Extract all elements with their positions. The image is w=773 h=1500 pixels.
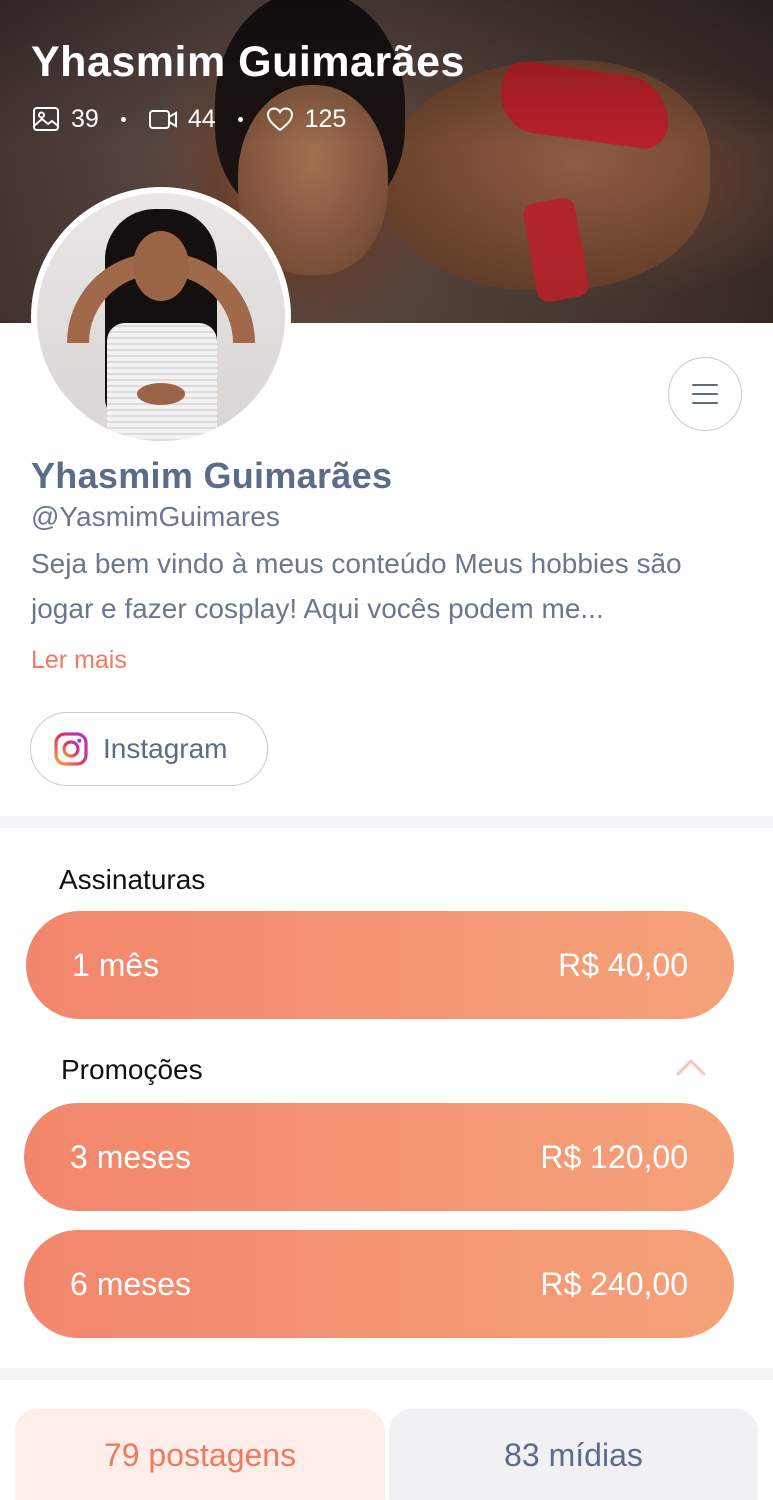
cover-title: Yhasmim Guimarães [31,38,465,86]
video-icon [148,110,177,129]
heart-icon [266,107,293,132]
stat-separator [237,116,243,122]
instagram-label: Instagram [103,733,228,764]
instagram-button[interactable]: Instagram [30,712,268,786]
likes-count: 125 [304,104,347,133]
plan-1-month-button[interactable]: 1 mês R$ 40,00 [26,911,734,1019]
likes-stat: 125 [265,104,347,134]
avatar-image [37,193,285,441]
profile-page: Yhasmim Guimarães 39 44 125 Yhasmim Guim… [0,0,773,1500]
tab-posts[interactable]: 79 postagens [15,1409,385,1500]
plan-price: R$ 120,00 [540,1138,688,1175]
chevron-up-icon[interactable] [674,1056,708,1078]
videos-stat: 44 [148,104,216,134]
plan-3-months-button[interactable]: 3 meses R$ 120,00 [24,1103,734,1211]
cover-stats: 39 44 125 [31,104,346,134]
plan-label: 1 mês [72,946,160,983]
promotions-title: Promoções [61,1054,203,1085]
image-icon [33,107,59,131]
instagram-icon [54,732,88,766]
stat-separator [120,116,126,122]
menu-icon [692,384,718,404]
menu-button[interactable] [668,357,742,431]
plan-price: R$ 240,00 [540,1265,688,1302]
plan-label: 3 meses [70,1138,191,1175]
profile-name: Yhasmim Guimarães [31,455,393,496]
read-more-link[interactable]: Ler mais [31,646,127,675]
section-divider [0,816,773,828]
photos-count: 39 [71,104,99,133]
tab-media[interactable]: 83 mídias [389,1409,758,1500]
profile-handle: @YasmimGuimares [31,501,280,532]
section-divider [0,1368,773,1380]
subscriptions-title: Assinaturas [59,864,206,895]
plan-6-months-button[interactable]: 6 meses R$ 240,00 [24,1230,734,1338]
plan-price: R$ 40,00 [558,946,688,983]
profile-bio: Seja bem vindo à meus conteúdo Meus hobb… [31,548,682,624]
videos-count: 44 [187,104,216,133]
avatar[interactable] [31,187,291,447]
plan-label: 6 meses [70,1265,191,1302]
photos-stat: 39 [31,104,99,134]
